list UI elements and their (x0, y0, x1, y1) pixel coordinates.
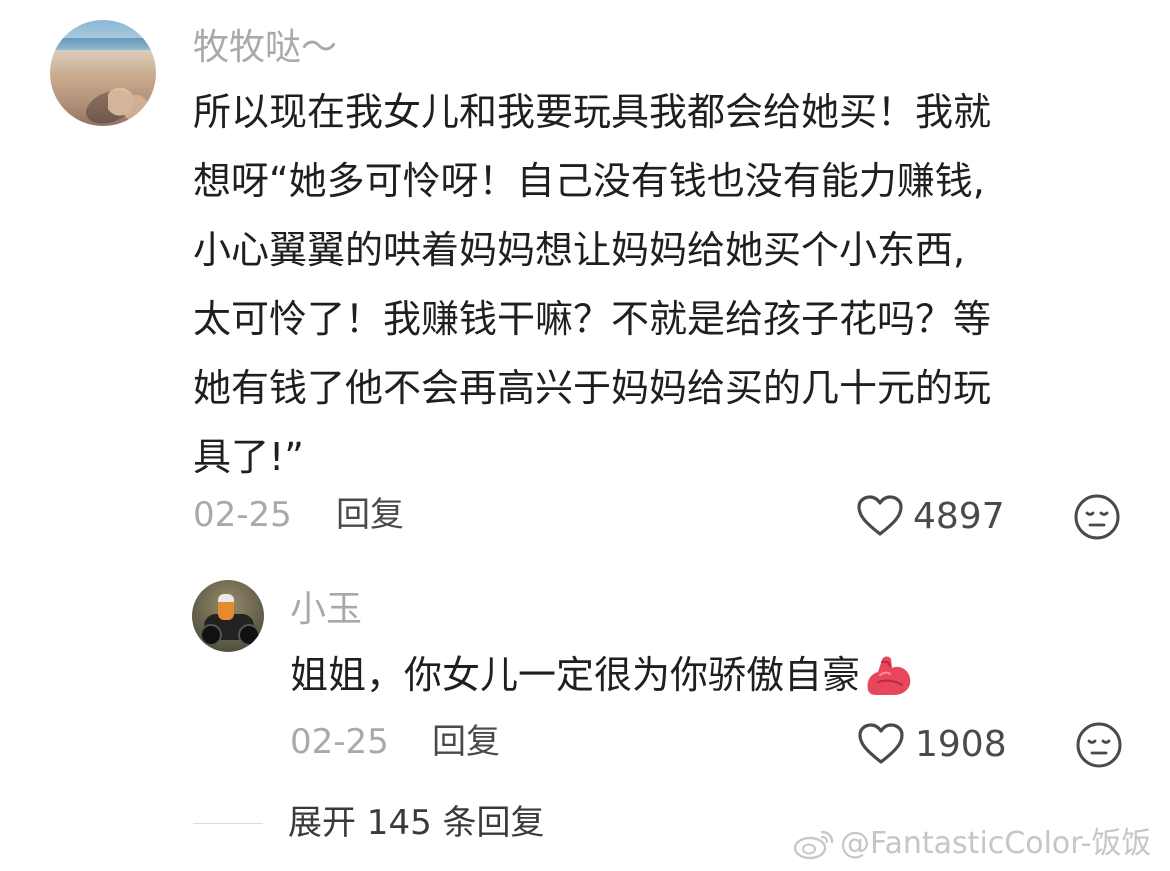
reply-body: 姐姐，你女儿一定很为你骄傲自豪 (290, 652, 914, 698)
expand-divider (193, 823, 263, 824)
reply-like-count: 1908 (915, 724, 1007, 765)
watermark-text: @FantasticColor-饭饭 (840, 826, 1152, 861)
reply-date: 02-25 (290, 722, 389, 762)
comment-line: 所以现在我女儿和我要玩具我都会给她买！我就 (193, 90, 992, 134)
reply-text: 姐姐，你女儿一定很为你骄傲自豪 (290, 653, 861, 697)
heart-outline-icon[interactable] (857, 722, 905, 766)
expand-replies-button[interactable]: 展开 145 条回复 (288, 803, 545, 843)
comment-line: 想呀“她多可怜呀！自己没有钱也没有能力赚钱, (193, 159, 985, 203)
comment-like-count: 4897 (913, 496, 1005, 537)
comment-line: 具了!” (193, 435, 304, 479)
meh-face-icon[interactable] (1073, 493, 1121, 541)
comment-line: 太可怜了！我赚钱干嘛？不就是给孩子花吗？等 (193, 297, 992, 341)
comment-body: 所以现在我女儿和我要玩具我都会给她买！我就 想呀“她多可怜呀！自己没有钱也没有能… (193, 90, 991, 479)
commenter-avatar[interactable] (50, 20, 156, 126)
reply-username[interactable]: 小玉 (290, 588, 362, 632)
flexed-biceps-icon (862, 652, 914, 698)
weibo-logo-icon (792, 826, 836, 862)
comment-line: 小心翼翼的哄着妈妈想让妈妈给她买个小东西, (193, 228, 966, 272)
meh-face-icon[interactable] (1075, 721, 1123, 769)
comment-date: 02-25 (193, 495, 292, 535)
reply-avatar[interactable] (192, 580, 264, 652)
comment-line: 她有钱了他不会再高兴于妈妈给买的几十元的玩 (193, 366, 992, 410)
commenter-username[interactable]: 牧牧哒～ (193, 26, 337, 70)
comment-reply-button[interactable]: 回复 (336, 495, 404, 535)
reply-reply-button[interactable]: 回复 (432, 722, 500, 762)
heart-outline-icon[interactable] (856, 494, 904, 538)
